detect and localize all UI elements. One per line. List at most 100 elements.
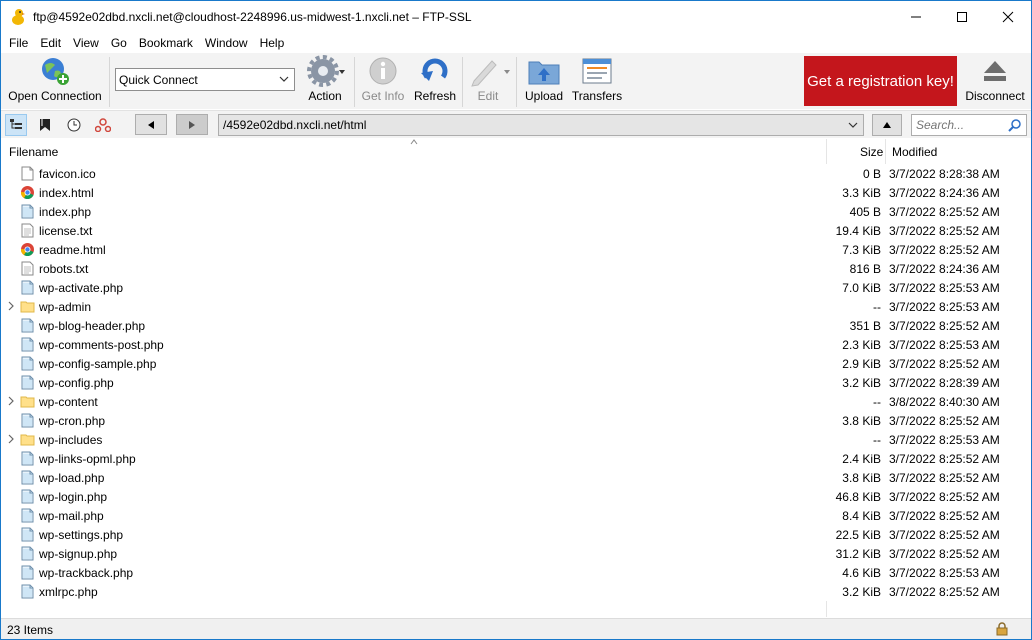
search-input[interactable] [916,118,1006,132]
file-row[interactable]: wp-signup.php 31.2 KiB 3/7/2022 8:25:52 AM [1,544,1031,563]
file-row[interactable]: wp-cron.php 3.8 KiB 3/7/2022 8:25:52 AM [1,411,1031,430]
back-button[interactable] [135,114,167,135]
folder-icon [20,434,35,446]
file-row[interactable]: wp-admin -- 3/7/2022 8:25:53 AM [1,297,1031,316]
file-row[interactable]: xmlrpc.php 3.2 KiB 3/7/2022 8:25:52 AM [1,582,1031,601]
file-size: 3.3 KiB [842,186,881,200]
quick-connect-select[interactable]: Quick Connect [115,68,295,91]
file-row[interactable]: wp-config-sample.php 2.9 KiB 3/7/2022 8:25… [1,354,1031,373]
menu-bookmark[interactable]: Bookmark [133,33,199,53]
menu-view[interactable]: View [67,33,105,53]
chevron-right-icon[interactable] [7,301,15,311]
php-file-icon [21,527,34,542]
chevron-right-icon[interactable] [7,434,15,444]
transfers-button[interactable]: Transfers [571,53,623,109]
open-connection-label: Open Connection [8,89,102,103]
file-name: wp-config.php [39,376,114,390]
file-name: index.html [39,186,94,200]
get-info-button[interactable]: Get Info [359,53,407,109]
file-name: favicon.ico [39,167,96,181]
chrome-html-icon [20,243,34,257]
php-file-icon [21,375,34,390]
file-modified: 3/7/2022 8:25:52 AM [889,585,1000,599]
file-row[interactable]: favicon.ico 0 B 3/7/2022 8:28:38 AM [1,164,1031,183]
file-row[interactable]: wp-comments-post.php 2.3 KiB 3/7/2022 8:25… [1,335,1031,354]
upload-button[interactable]: Upload [519,53,569,109]
menu-edit[interactable]: Edit [34,33,67,53]
file-row[interactable]: index.html 3.3 KiB 3/7/2022 8:24:36 AM [1,183,1031,202]
toolbar-separator [354,57,355,107]
search-field[interactable] [911,114,1027,136]
maximize-button[interactable] [939,1,985,32]
history-button[interactable] [63,114,85,136]
file-row[interactable]: wp-load.php 3.8 KiB 3/7/2022 8:25:52 AM [1,468,1031,487]
column-divider[interactable] [885,139,886,164]
menu-window[interactable]: Window [199,33,254,53]
column-filename[interactable]: Filename [9,145,58,159]
folder-icon [20,301,35,313]
file-row[interactable]: wp-includes -- 3/7/2022 8:25:53 AM [1,430,1031,449]
parent-directory-button[interactable] [872,114,902,136]
file-modified: 3/7/2022 8:25:53 AM [889,281,1000,295]
registration-key-button[interactable]: Get a registration key! [804,56,957,106]
file-name: wp-mail.php [39,509,104,523]
file-row[interactable]: wp-login.php 46.8 KiB 3/7/2022 8:25:52 AM [1,487,1031,506]
file-size: 2.9 KiB [842,357,881,371]
action-button[interactable]: Action [299,53,351,109]
network-icon [95,118,111,132]
file-browser: Filename Size Modified favicon.ico 0 B 3/7… [1,139,1031,617]
file-row[interactable]: wp-settings.php 22.5 KiB 3/7/2022 8:25:52 … [1,525,1031,544]
open-connection-button[interactable]: Open Connection [7,53,103,109]
file-modified: 3/7/2022 8:25:53 AM [889,433,1000,447]
file-size: 31.2 KiB [835,547,881,561]
file-row[interactable]: wp-trackback.php 4.6 KiB 3/7/2022 8:25:53 … [1,563,1031,582]
refresh-icon [419,53,451,89]
php-file-icon [21,204,34,219]
bonjour-button[interactable] [92,114,114,136]
column-modified[interactable]: Modified [892,145,937,159]
file-size: 19.4 KiB [835,224,881,238]
info-icon [368,53,398,89]
menu-go[interactable]: Go [105,33,133,53]
file-row[interactable]: robots.txt 816 B 3/7/2022 8:24:36 AM [1,259,1031,278]
file-row[interactable]: wp-blog-header.php 351 B 3/7/2022 8:25:52 … [1,316,1031,335]
file-name: xmlrpc.php [39,585,98,599]
close-button[interactable] [985,1,1031,32]
file-row[interactable]: readme.html 7.3 KiB 3/7/2022 8:25:52 AM [1,240,1031,259]
disconnect-button[interactable]: Disconnect [963,53,1027,109]
chevron-right-icon[interactable] [7,396,15,406]
file-modified: 3/7/2022 8:25:52 AM [889,224,1000,238]
file-size: 8.4 KiB [842,509,881,523]
file-modified: 3/7/2022 8:25:52 AM [889,528,1000,542]
eject-icon [982,53,1008,89]
edit-button[interactable]: Edit [464,53,512,109]
bookmarks-button[interactable] [34,114,56,136]
browser-view-button[interactable] [5,114,27,136]
file-name: index.php [39,205,92,219]
file-modified: 3/7/2022 8:28:38 AM [889,167,1000,181]
column-size[interactable]: Size [860,145,883,159]
current-path: /4592e02dbd.nxcli.net/html [223,118,367,132]
minimize-icon [911,16,921,17]
path-select[interactable]: /4592e02dbd.nxcli.net/html [218,114,864,136]
file-row[interactable]: wp-links-opml.php 2.4 KiB 3/7/2022 8:25:52… [1,449,1031,468]
file-row[interactable]: license.txt 19.4 KiB 3/7/2022 8:25:52 AM [1,221,1031,240]
file-row[interactable]: wp-activate.php 7.0 KiB 3/7/2022 8:25:53 A… [1,278,1031,297]
column-header: Filename Size Modified [1,139,1031,164]
minimize-button[interactable] [893,1,939,32]
forward-button[interactable] [176,114,208,135]
menu-help[interactable]: Help [254,33,291,53]
toolbar-separator [516,57,517,107]
file-modified: 3/7/2022 8:24:36 AM [889,186,1000,200]
file-row[interactable]: wp-content -- 3/8/2022 8:40:30 AM [1,392,1031,411]
file-row[interactable]: wp-config.php 3.2 KiB 3/7/2022 8:28:39 AM [1,373,1031,392]
file-size: 3.2 KiB [842,376,881,390]
blank-file-icon [21,166,34,181]
refresh-button[interactable]: Refresh [411,53,459,109]
php-file-icon [21,489,34,504]
menu-file[interactable]: File [3,33,34,53]
file-row[interactable]: index.php 405 B 3/7/2022 8:25:52 AM [1,202,1031,221]
column-divider[interactable] [826,139,827,164]
file-row[interactable]: wp-mail.php 8.4 KiB 3/7/2022 8:25:52 AM [1,506,1031,525]
file-name: wp-load.php [39,471,105,485]
